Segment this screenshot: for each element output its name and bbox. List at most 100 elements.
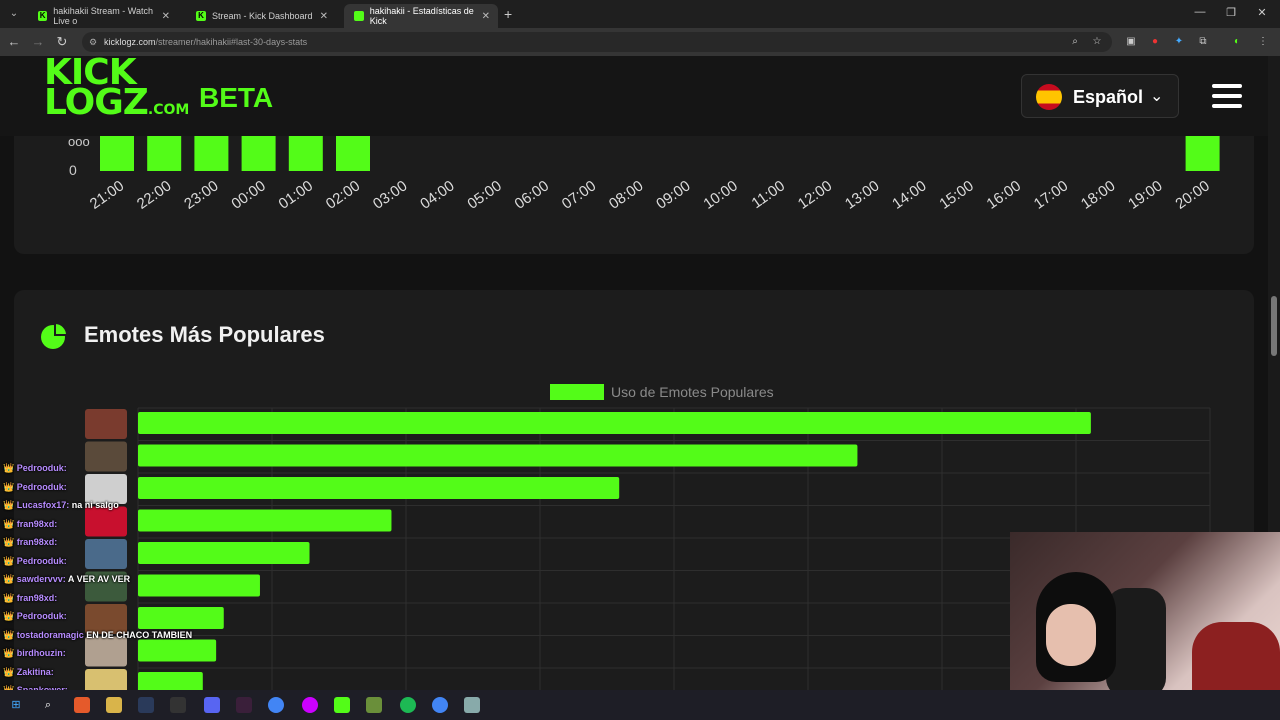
close-icon[interactable]: ✕ [162,11,170,22]
url-path: /streamer/hakihakii#last-30-days-stats [155,37,308,47]
tab-dashboard[interactable]: K Stream - Kick Dashboard ✕ [186,4,336,28]
language-label: Español [1073,87,1144,107]
language-selector[interactable]: Español ⌄ [1021,74,1179,118]
scrollbar-thumb[interactable] [1271,296,1277,356]
chat-username[interactable]: 👑 fran98xd: [3,519,57,529]
chat-message: 👑 fran98xd: [3,593,57,604]
hourly-chart: 21:00 22:00 23:00 00:00 01:00 02:00 03:00 04:00… [87,136,1220,213]
app-icon[interactable] [464,697,480,713]
hourly-bar[interactable] [336,136,370,171]
bookmark-star-icon[interactable]: ☆ [1090,35,1104,49]
hour-tick-label: 14:00 [889,177,930,212]
kick-icon[interactable] [334,697,350,713]
tab-label: hakihakii Stream - Watch Live o [53,6,153,26]
brave-icon[interactable] [74,697,90,713]
chat-username[interactable]: 👑 tostadoramagic [3,630,86,640]
hour-tick-label: 18:00 [1078,177,1119,212]
hour-tick-label: 05:00 [464,177,505,212]
hour-tick-label: 19:00 [1125,177,1166,212]
hour-tick-label: 01:00 [276,177,317,212]
browser-tab-bar: ⌄ K hakihakii Stream - Watch Live o ✕ K … [0,0,1280,28]
chat-username[interactable]: 👑 Zakitina: [3,667,54,677]
chat-message: 👑 tostadoramagic EN DE CHACO TAMBIEN [3,630,192,641]
chat-username[interactable]: 👑 Lucasfox17: [3,500,72,510]
profile-avatar-icon[interactable]: ◐ [1230,35,1244,49]
beta-label: BETA [199,82,274,113]
extension-icon[interactable]: ● [1148,35,1162,49]
chat-username[interactable]: 👑 Pedrooduk: [3,556,67,566]
chevron-down-icon: ⌄ [1150,88,1164,105]
close-icon[interactable]: ✕ [320,11,328,22]
hourly-bar[interactable] [194,136,229,171]
windows-start-icon[interactable]: ⊞ [8,697,24,713]
chrome-icon[interactable] [268,697,284,713]
chat-text: EN DE CHACO TAMBIEN [86,629,193,640]
site-header: KICK LOGZ.COM BETA Español ⌄ [0,55,1268,136]
extension-icon[interactable]: ✦ [1172,35,1186,49]
close-icon[interactable]: ✕ [482,11,490,22]
back-icon[interactable]: ← [6,34,22,49]
chat-username[interactable]: 👑 Pedrooduk: [3,611,67,621]
restore-icon[interactable]: ❐ [1221,6,1241,19]
tab-search-icon[interactable]: ⌄ [6,6,22,22]
hourly-bar[interactable] [241,136,276,171]
tab-estadisticas[interactable]: hakihakii - Estadísticas de Kick ✕ [344,4,498,28]
app-icon[interactable] [236,697,252,713]
hour-tick-label: 13:00 [842,177,883,212]
tab-label: hakihakii - Estadísticas de Kick [369,6,474,26]
app-icon[interactable] [302,697,318,713]
close-window-icon[interactable]: ✕ [1252,6,1272,19]
reload-icon[interactable]: ↻ [54,34,70,50]
hour-tick-label: 23:00 [181,177,222,212]
chat-username[interactable]: 👑 sawdervvv: [3,574,68,584]
search-icon[interactable]: ⌕ [40,697,56,713]
hourly-bar[interactable] [100,136,134,171]
hour-tick-label: 22:00 [134,177,175,212]
hour-tick-label: 20:00 [1172,177,1213,212]
zoom-icon[interactable]: ⌕ [1068,35,1082,49]
hour-tick-label: 03:00 [370,177,411,212]
chat-text: A VER AV VER [67,574,131,584]
hour-tick-label: 08:00 [606,177,647,212]
extensions-puzzle-icon[interactable]: ⧉ [1196,35,1210,49]
hour-tick-label: 12:00 [795,177,836,212]
chat-message: 👑 fran98xd: [3,519,57,530]
address-bar[interactable]: ⚙ kicklogz.com/streamer/hakihakii#last-3… [82,32,1112,52]
hourly-bar[interactable] [288,136,323,171]
obs-icon[interactable] [170,697,186,713]
hour-tick-label: 02:00 [323,177,364,212]
chat-message: 👑 birdhouzin: [3,648,66,659]
forward-icon[interactable]: → [30,34,46,49]
hourly-bar[interactable] [1185,136,1220,171]
extension-icon[interactable]: ▣ [1124,35,1138,49]
hour-tick-label: 21:00 [87,177,128,212]
kicklogz-logo[interactable]: KICK LOGZ.COM [44,55,189,125]
chat-username[interactable]: 👑 Pedrooduk: [3,482,67,492]
chat-username[interactable]: 👑 Pedrooduk: [3,463,67,473]
chat-message: 👑 Pedrooduk: [3,556,67,567]
discord-icon[interactable] [204,697,220,713]
hour-tick-label: 00:00 [228,177,269,212]
emote-bar[interactable] [138,412,1091,434]
minecraft-icon[interactable] [366,697,382,713]
hour-tick-label: 07:00 [559,177,600,212]
hamburger-menu-icon[interactable] [1212,84,1242,110]
chat-username[interactable]: 👑 fran98xd: [3,537,57,547]
chat-username[interactable]: 👑 fran98xd: [3,593,57,603]
minimize-icon[interactable]: — [1190,6,1210,18]
steam-icon[interactable] [138,697,154,713]
new-tab-icon[interactable]: + [504,6,512,22]
chrome-icon[interactable] [432,697,448,713]
folder-icon[interactable] [106,697,122,713]
url-domain: kicklogz.com [104,37,156,47]
menu-kebab-icon[interactable]: ⋮ [1256,35,1270,49]
hour-tick-label: 15:00 [936,177,977,212]
chat-message: 👑 fran98xd: [3,537,57,548]
hourly-bar[interactable] [147,136,182,171]
spotify-icon[interactable] [400,697,416,713]
chat-username[interactable]: 👑 birdhouzin: [3,648,66,658]
site-info-icon[interactable]: ⚙ [89,32,97,52]
stream-chat-overlay: 👑 Pedrooduk: 👑 Pedrooduk: 👑 Lucasfox17: … [0,460,260,700]
spain-flag-icon [1036,84,1062,110]
tab-stream[interactable]: K hakihakii Stream - Watch Live o ✕ [28,4,178,28]
